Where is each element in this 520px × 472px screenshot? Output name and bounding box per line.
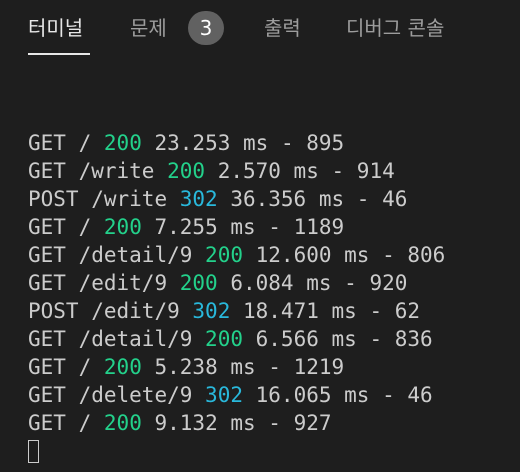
status-code: 200 — [167, 159, 206, 183]
panel-tab-bar: 터미널 문제 3 출력 디버그 콘솔 — [0, 0, 520, 60]
response-time: 16.065 ms — [255, 383, 370, 407]
response-size: 46 — [407, 383, 433, 407]
response-size: 46 — [382, 187, 408, 211]
terminal-line: GET / 200 9.132 ms - 927 — [28, 411, 332, 435]
status-code: 302 — [205, 383, 243, 407]
request-path: /detail/9 — [78, 243, 193, 267]
http-method: GET — [28, 411, 66, 435]
terminal-line: GET /write 200 2.570 ms - 914 — [28, 159, 395, 183]
http-method: POST — [28, 187, 79, 211]
response-size: 62 — [394, 299, 421, 323]
terminal-line: GET /edit/9 200 6.084 ms - 920 — [28, 271, 408, 295]
response-time: 23.253 ms — [154, 131, 269, 155]
terminal-line: GET / 200 23.253 ms - 895 — [28, 131, 345, 155]
request-path: / — [78, 215, 92, 239]
terminal-line: POST /edit/9 302 18.471 ms - 62 — [28, 299, 421, 323]
http-method: GET — [28, 215, 66, 239]
terminal-line: POST /write 302 36.356 ms - 46 — [28, 187, 408, 211]
response-time: 9.132 ms — [154, 411, 256, 435]
terminal-line: GET /delete/9 302 16.065 ms - 46 — [28, 383, 433, 407]
http-method: GET — [28, 327, 66, 351]
request-path: / — [78, 355, 92, 379]
response-time: 5.238 ms — [154, 355, 256, 379]
tab-output[interactable]: 출력 — [264, 14, 301, 42]
response-size: 914 — [356, 159, 395, 183]
response-size: 920 — [369, 271, 408, 295]
response-time: 36.356 ms — [230, 187, 345, 211]
status-code: 200 — [103, 131, 142, 155]
response-time: 6.566 ms — [255, 327, 357, 351]
request-path: / — [78, 411, 92, 435]
http-method: GET — [28, 131, 66, 155]
problems-count-badge: 3 — [188, 11, 224, 45]
status-code: 200 — [103, 215, 142, 239]
http-method: GET — [28, 355, 66, 379]
http-method: GET — [28, 383, 66, 407]
terminal-line: GET / 200 5.238 ms - 1219 — [28, 355, 345, 379]
tab-debug-console[interactable]: 디버그 콘솔 — [346, 14, 444, 42]
active-tab-indicator — [28, 53, 90, 55]
response-time: 2.570 ms — [217, 159, 319, 183]
status-code: 200 — [103, 411, 142, 435]
request-path: /edit/9 — [91, 299, 180, 323]
status-code: 302 — [179, 187, 218, 211]
tab-terminal[interactable]: 터미널 — [28, 14, 83, 42]
response-size: 895 — [306, 131, 345, 155]
status-code: 200 — [103, 355, 142, 379]
http-method: GET — [28, 159, 66, 183]
status-code: 200 — [179, 271, 218, 295]
response-size: 1189 — [293, 215, 345, 239]
response-time: 6.084 ms — [230, 271, 332, 295]
http-method: GET — [28, 243, 66, 267]
http-method: GET — [28, 271, 66, 295]
terminal-line: GET /detail/9 200 12.600 ms - 806 — [28, 243, 446, 267]
response-size: 836 — [394, 327, 433, 351]
response-time: 18.471 ms — [243, 299, 357, 323]
terminal-output[interactable]: GET / 200 23.253 ms - 895 GET /write 200 … — [28, 129, 445, 465]
terminal-cursor — [28, 440, 39, 463]
request-path: /detail/9 — [78, 327, 193, 351]
response-size: 806 — [407, 243, 446, 267]
terminal-prompt-line — [28, 437, 445, 465]
status-code: 302 — [192, 299, 231, 323]
terminal-line: GET / 200 7.255 ms - 1189 — [28, 215, 345, 239]
request-path: /write — [78, 159, 155, 183]
request-path: /delete/9 — [78, 383, 193, 407]
request-path: / — [78, 131, 92, 155]
request-path: /edit/9 — [78, 271, 168, 295]
response-size: 927 — [293, 411, 332, 435]
response-time: 7.255 ms — [154, 215, 256, 239]
status-code: 200 — [205, 327, 243, 351]
status-code: 200 — [205, 243, 243, 267]
response-size: 1219 — [293, 355, 345, 379]
request-path: /write — [91, 187, 168, 211]
terminal-line: GET /detail/9 200 6.566 ms - 836 — [28, 327, 433, 351]
http-method: POST — [28, 299, 79, 323]
response-time: 12.600 ms — [255, 243, 370, 267]
tab-problems[interactable]: 문제 — [130, 14, 167, 42]
